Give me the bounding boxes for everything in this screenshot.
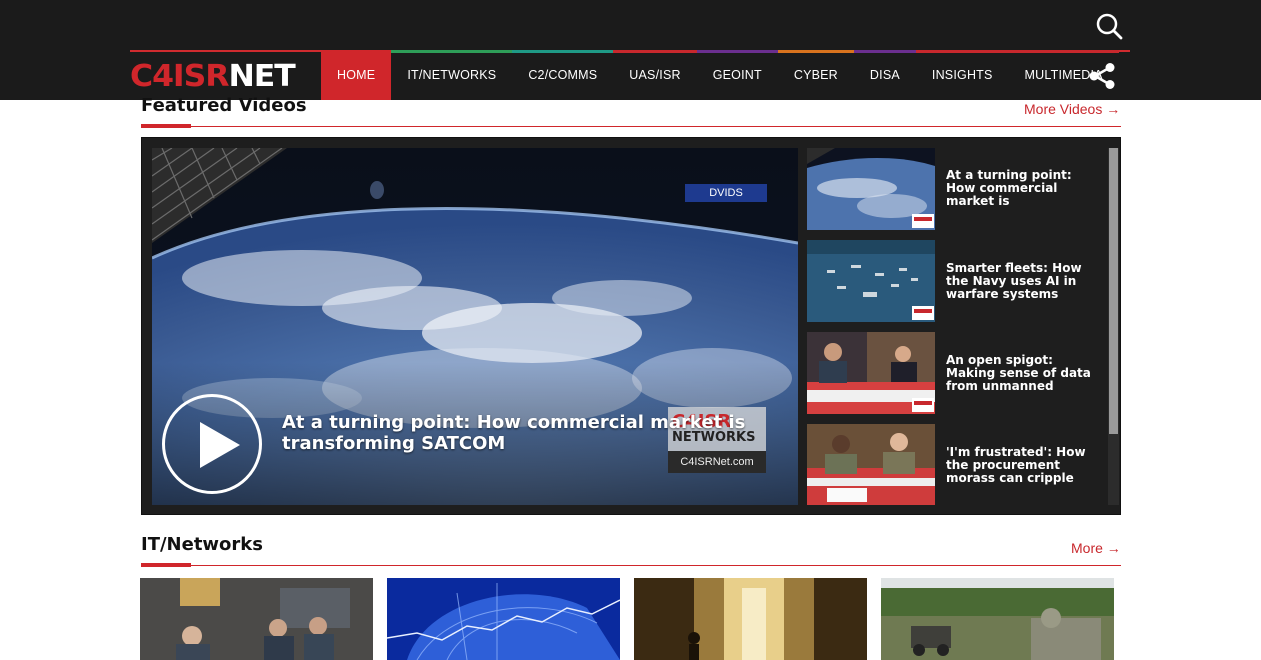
logo-part-c4isr: C4ISR xyxy=(130,58,230,94)
site-logo[interactable]: C4ISRNET xyxy=(130,57,315,95)
nav-it-networks-label: IT/NETWORKS xyxy=(407,68,497,82)
video-playlist: At a turning point: How commercial marke… xyxy=(807,148,1107,505)
section-rule xyxy=(141,126,1121,127)
nav-uas-isr-label: UAS/ISR xyxy=(629,68,681,82)
site-header: C4ISRNET HOME IT/NETWORKS C2/COMMS UAS/I… xyxy=(0,0,1261,100)
nav-disa[interactable]: DISA xyxy=(853,50,916,100)
nav-color-bar xyxy=(1008,50,1119,53)
search-icon[interactable] xyxy=(1095,12,1123,40)
playlist-item-title: At a turning point: How commercial marke… xyxy=(946,168,1072,208)
main-video-title[interactable]: At a turning point: How commercial marke… xyxy=(282,412,762,454)
c4isrnet-badge xyxy=(912,398,934,412)
playlist-scroll-thumb[interactable] xyxy=(1109,148,1118,434)
article-thumbnail[interactable] xyxy=(881,578,1114,660)
main-video-player[interactable]: DVIDS C4ISR NETWORKS C4ISRNet.com At a t… xyxy=(152,148,798,505)
it-networks-more-link[interactable]: More → xyxy=(1071,540,1121,556)
nav-it-networks[interactable]: IT/NETWORKS xyxy=(391,50,513,100)
section-rule-accent xyxy=(141,563,191,567)
dvids-badge: DVIDS xyxy=(685,184,767,202)
nav-color-bar xyxy=(853,50,916,53)
playlist-item-title: An open spigot: Making sense of data fro… xyxy=(946,353,1091,393)
nav-home[interactable]: HOME xyxy=(321,50,392,100)
section-rule-accent xyxy=(141,124,191,128)
playlist-thumbnail xyxy=(807,240,935,322)
nav-color-bar xyxy=(777,50,854,53)
share-icon[interactable] xyxy=(1088,62,1116,90)
nav-color-bar xyxy=(613,50,697,53)
nav-color-bar xyxy=(512,50,614,53)
nav-geoint-label: GEOINT xyxy=(712,68,762,82)
playlist-item-title: Smarter fleets: How the Navy uses AI in … xyxy=(946,261,1082,301)
playlist-item[interactable]: An open spigot: Making sense of data fro… xyxy=(807,332,1107,414)
nav-insights[interactable]: INSIGHTS xyxy=(915,50,1009,100)
nav-c2-comms-label: C2/COMMS xyxy=(528,68,598,82)
nav-home-label: HOME xyxy=(337,68,376,82)
c4isrnet-badge xyxy=(912,214,934,228)
playlist-item[interactable]: At a turning point: How commercial marke… xyxy=(807,148,1107,230)
main-nav: HOME IT/NETWORKS C2/COMMS UAS/ISR GEOINT… xyxy=(321,50,1119,100)
more-videos-link[interactable]: More Videos → xyxy=(1024,101,1120,117)
nav-disa-label: DISA xyxy=(869,68,900,82)
playlist-item[interactable]: Smarter fleets: How the Navy uses AI in … xyxy=(807,240,1107,322)
playlist-scrollbar[interactable] xyxy=(1108,148,1119,505)
article-thumbnail[interactable] xyxy=(140,578,373,660)
article-thumbnail[interactable] xyxy=(387,578,620,660)
section-rule xyxy=(141,565,1121,566)
playlist-item[interactable]: 'I'm frustrated': How the procurement mo… xyxy=(807,424,1107,505)
featured-videos-title: Featured Videos xyxy=(141,95,307,116)
playlist-thumbnail xyxy=(807,332,935,414)
it-networks-title: IT/Networks xyxy=(141,534,263,555)
video-player-panel: DVIDS C4ISR NETWORKS C4ISRNet.com At a t… xyxy=(141,137,1121,515)
nav-color-bar xyxy=(391,50,513,53)
playlist-thumbnail xyxy=(807,148,935,230)
nav-cyber-label: CYBER xyxy=(793,68,838,82)
article-thumbnail[interactable] xyxy=(634,578,867,660)
c4isrnet-badge xyxy=(912,306,934,320)
playlist-item-title: 'I'm frustrated': How the procurement mo… xyxy=(946,445,1086,485)
playlist-thumbnail xyxy=(807,424,935,505)
watermark-line-3: C4ISRNet.com xyxy=(668,451,766,473)
nav-geoint[interactable]: GEOINT xyxy=(696,50,778,100)
nav-color-bar xyxy=(696,50,778,53)
nav-color-bar xyxy=(915,50,1009,53)
logo-part-net: NET xyxy=(228,58,295,94)
nav-cyber[interactable]: CYBER xyxy=(777,50,854,100)
play-icon[interactable] xyxy=(162,394,262,494)
nav-insights-label: INSIGHTS xyxy=(931,68,993,82)
nav-c2-comms[interactable]: C2/COMMS xyxy=(512,50,614,100)
nav-uas-isr[interactable]: UAS/ISR xyxy=(613,50,697,100)
